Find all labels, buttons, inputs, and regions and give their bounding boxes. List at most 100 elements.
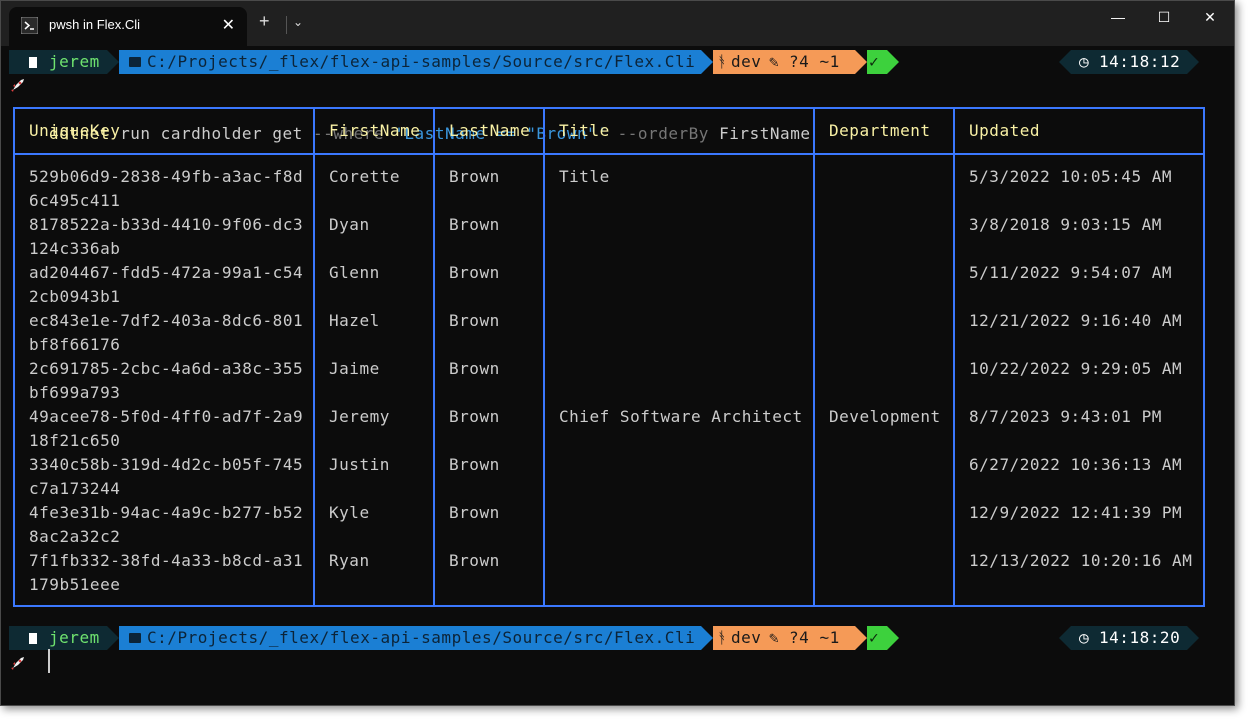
table-cell-firstname: Glenn: [329, 263, 380, 282]
maximize-button[interactable]: ☐: [1149, 9, 1179, 33]
table-cell-uniquekey: ec843e1e-7df2-403a-8dc6-801 bf8f66176: [29, 311, 304, 354]
tab-close-icon[interactable]: ✕: [222, 15, 235, 35]
minimize-button[interactable]: —: [1103, 9, 1133, 33]
time-segment: ◷ 14:18:12: [1071, 50, 1187, 74]
tab-divider: [286, 16, 287, 34]
table-cell-title: [559, 453, 813, 501]
table-cell-department: [829, 501, 953, 549]
close-button[interactable]: ✕: [1195, 9, 1225, 33]
table-cell-firstname: Kyle: [329, 503, 370, 522]
path-segment: C:/Projects/_flex/flex-api-samples/Sourc…: [119, 50, 701, 74]
table-cell-updated: 5/3/2022 10:05:45 AM: [969, 167, 1173, 186]
table-cell-lastname: Brown: [449, 311, 500, 330]
command-line: dotnet run cardholder get --where 'LastN…: [9, 74, 810, 143]
text-cursor: [48, 649, 50, 673]
table-cell-department: Development: [829, 407, 941, 426]
user-name: jerem: [49, 52, 100, 71]
path-text: C:/Projects/_flex/flex-api-samples/Sourc…: [147, 52, 696, 71]
status-segment: ✓: [867, 626, 887, 650]
table-cell-firstname: Jaime: [329, 359, 380, 378]
table-cell-lastname: Brown: [449, 167, 500, 186]
git-segment: ᚬ dev ✎ ?4 ~1: [713, 626, 855, 650]
path-segment: C:/Projects/_flex/flex-api-samples/Sourc…: [119, 626, 701, 650]
tab-title: pwsh in Flex.Cli: [49, 17, 141, 32]
segment-arrow: [855, 50, 867, 74]
git-segment: ᚬ dev ✎ ?4 ~1: [713, 50, 855, 74]
table-cell-firstname: Dyan: [329, 215, 370, 234]
segment-arrow: [887, 50, 899, 74]
folder-icon: [129, 57, 141, 67]
branch-icon: ᚬ: [717, 628, 728, 647]
table-cell-uniquekey: ad204467-fdd5-472a-99a1-c54 2cb0943b1: [29, 263, 304, 306]
table-cell-department: [829, 309, 953, 357]
user-segment: jerem: [9, 50, 107, 74]
user-segment: jerem: [9, 626, 107, 650]
segment-arrow: [701, 626, 713, 650]
table-cell-updated: 12/13/2022 10:20:16 AM: [969, 551, 1193, 570]
rocket-icon: [11, 79, 24, 92]
segment-arrow: [1059, 626, 1071, 650]
department-column: Development: [813, 153, 955, 607]
table-cell-updated: 5/11/2022 9:54:07 AM: [969, 263, 1173, 282]
table-cell-lastname: Brown: [449, 215, 500, 234]
segment-arrow: [887, 626, 899, 650]
tab-pwsh[interactable]: pwsh in Flex.Cli ✕: [9, 7, 247, 46]
table-cell-department: [829, 213, 953, 261]
table-cell-updated: 10/22/2022 9:29:05 AM: [969, 359, 1183, 378]
uniquekey-column: 529b06d9-2838-49fb-a3ac-f8d 6c495c411 81…: [13, 153, 315, 607]
table-header-row: UniqueKey FirstName LastName Title Depar…: [13, 107, 1205, 155]
table-cell-lastname: Brown: [449, 407, 500, 426]
table-cell-lastname: Brown: [449, 359, 500, 378]
new-tab-button[interactable]: +: [259, 11, 270, 32]
table-cell-updated: 12/9/2022 12:41:39 PM: [969, 503, 1183, 522]
table-cell-uniquekey: 4fe3e31b-94ac-4a9c-b277-b52 8ac2a32c2: [29, 503, 304, 546]
git-status: ?4 ~1: [789, 628, 840, 647]
rocket-icon: [11, 657, 24, 670]
table-cell-firstname: Ryan: [329, 551, 370, 570]
table-cell-firstname: Corette: [329, 167, 401, 186]
check-icon: ✓: [869, 628, 880, 647]
clock-icon: ◷: [1079, 52, 1090, 71]
segment-arrow: [107, 626, 119, 650]
column-header-title: Title: [543, 107, 815, 155]
title-column: Title Chief Software Architect: [543, 153, 815, 607]
windows-icon: [29, 57, 37, 68]
terminal-content[interactable]: jerem C:/Projects/_flex/flex-api-samples…: [1, 46, 1234, 705]
lastname-column: Brown Brown Brown Brown Brown Brown Brow…: [433, 153, 545, 607]
table-cell-department: [829, 549, 953, 597]
table-cell-uniquekey: 49acee78-5f0d-4ff0-ad7f-2a9 18f21c650: [29, 407, 304, 450]
table-cell-lastname: Brown: [449, 503, 500, 522]
segment-arrow: [1059, 50, 1071, 74]
table-cell-title: [559, 261, 813, 309]
time-text: 14:18:20: [1099, 628, 1181, 647]
column-header-updated: Updated: [953, 107, 1205, 155]
results-table: UniqueKey FirstName LastName Title Depar…: [13, 107, 1205, 607]
branch-name: dev: [731, 52, 762, 71]
chevron-down-icon[interactable]: ⌄: [293, 15, 303, 29]
table-cell-title: [559, 357, 813, 405]
status-segment: ✓: [867, 50, 887, 74]
table-cell-lastname: Brown: [449, 455, 500, 474]
table-body: 529b06d9-2838-49fb-a3ac-f8d 6c495c411 81…: [13, 153, 1205, 607]
folder-icon: [129, 633, 141, 643]
time-segment: ◷ 14:18:20: [1071, 626, 1187, 650]
updated-column: 5/3/2022 10:05:45 AM 3/8/2018 9:03:15 AM…: [953, 153, 1205, 607]
column-header-firstname: FirstName: [313, 107, 435, 155]
table-cell-updated: 8/7/2023 9:43:01 PM: [969, 407, 1162, 426]
segment-arrow: [855, 626, 867, 650]
table-cell-firstname: Justin: [329, 455, 390, 474]
table-cell-title: Title: [559, 167, 610, 186]
windows-icon: [29, 633, 37, 644]
table-cell-uniquekey: 7f1fb332-38fd-4a33-b8cd-a31 179b51eee: [29, 551, 304, 594]
table-cell-uniquekey: 3340c58b-319d-4d2c-b05f-745 c7a173244: [29, 455, 304, 498]
table-cell-title: [559, 549, 813, 597]
segment-arrow: [1187, 626, 1199, 650]
branch-name: dev: [731, 628, 762, 647]
check-icon: ✓: [869, 52, 880, 71]
table-cell-title: [559, 309, 813, 357]
table-cell-title: [559, 213, 813, 261]
table-cell-lastname: Brown: [449, 263, 500, 282]
table-cell-uniquekey: 8178522a-b33d-4410-9f06-dc3 124c336ab: [29, 215, 304, 258]
table-cell-updated: 6/27/2022 10:36:13 AM: [969, 455, 1183, 474]
powershell-icon: [21, 17, 38, 34]
